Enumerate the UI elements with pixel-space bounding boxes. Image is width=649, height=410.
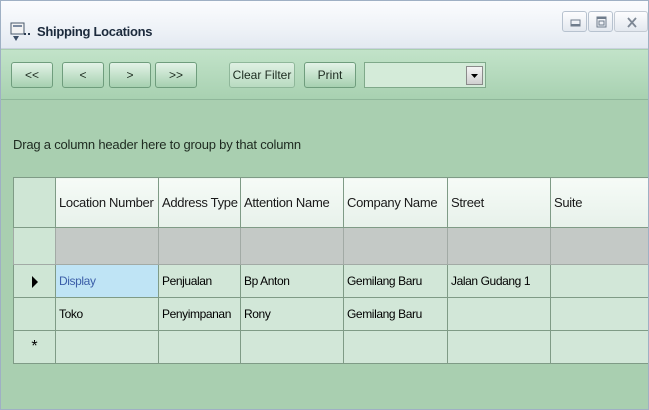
minimize-button[interactable] bbox=[562, 11, 587, 32]
filter-cell[interactable] bbox=[158, 227, 241, 265]
row-selector[interactable] bbox=[13, 297, 56, 331]
row-selector[interactable] bbox=[13, 264, 56, 298]
table-cell[interactable]: Gemilang Baru bbox=[343, 297, 448, 331]
maximize-icon bbox=[596, 16, 607, 28]
column-header-company-name[interactable]: Company Name bbox=[343, 177, 448, 228]
close-icon bbox=[627, 17, 637, 28]
window-title: Shipping Locations bbox=[37, 24, 153, 39]
table-cell[interactable] bbox=[343, 330, 448, 364]
table-cell[interactable] bbox=[447, 297, 551, 331]
shipping-locations-window: Shipping Locations << < > >> Clear Filte… bbox=[0, 0, 649, 410]
print-button[interactable]: Print bbox=[304, 62, 356, 88]
toolbar: << < > >> Clear Filter Print bbox=[1, 50, 648, 100]
column-header-suite[interactable]: Suite bbox=[550, 177, 648, 228]
first-record-button[interactable]: << bbox=[11, 62, 53, 88]
previous-record-button[interactable]: < bbox=[62, 62, 104, 88]
table-cell[interactable] bbox=[550, 264, 648, 298]
new-row-marker: * bbox=[31, 338, 38, 355]
table-row[interactable]: Toko Penyimpanan Rony Gemilang Baru bbox=[13, 297, 648, 331]
header-row: Location Number Address Type Attention N… bbox=[13, 177, 648, 228]
maximize-button[interactable] bbox=[588, 11, 613, 32]
table-cell[interactable] bbox=[550, 330, 648, 364]
last-record-button[interactable]: >> bbox=[155, 62, 197, 88]
table-cell[interactable]: Penyimpanan bbox=[158, 297, 241, 331]
new-row-selector[interactable]: * bbox=[13, 330, 56, 364]
table-cell[interactable]: Jalan Gudang 1 bbox=[447, 264, 551, 298]
table-cell[interactable]: Display bbox=[55, 264, 159, 298]
close-button[interactable] bbox=[614, 11, 648, 32]
table-cell[interactable] bbox=[240, 330, 344, 364]
column-header-street[interactable]: Street bbox=[447, 177, 551, 228]
filter-cell[interactable] bbox=[240, 227, 344, 265]
header-corner bbox=[13, 177, 56, 228]
table-cell[interactable]: Toko bbox=[55, 297, 159, 331]
new-record-row[interactable]: * bbox=[13, 330, 648, 364]
view-select[interactable] bbox=[364, 62, 486, 88]
table-cell[interactable] bbox=[158, 330, 241, 364]
minimize-icon bbox=[570, 19, 581, 27]
group-by-hint: Drag a column header here to group by th… bbox=[13, 137, 301, 152]
table-row[interactable]: Display Penjualan Bp Anton Gemilang Baru… bbox=[13, 264, 648, 298]
filter-cell[interactable] bbox=[55, 227, 159, 265]
title-bar: Shipping Locations bbox=[1, 1, 648, 49]
filter-cell[interactable] bbox=[447, 227, 551, 265]
clear-filter-button[interactable]: Clear Filter bbox=[229, 62, 295, 88]
table-cell[interactable]: Penjualan bbox=[158, 264, 241, 298]
table-cell[interactable]: Bp Anton bbox=[240, 264, 344, 298]
table-cell[interactable] bbox=[55, 330, 159, 364]
locations-grid: Location Number Address Type Attention N… bbox=[13, 177, 648, 370]
table-cell[interactable] bbox=[447, 330, 551, 364]
table-cell[interactable]: Rony bbox=[240, 297, 344, 331]
filter-row-selector bbox=[13, 227, 56, 265]
dropdown-arrow-button[interactable] bbox=[466, 66, 483, 85]
filter-cell[interactable] bbox=[343, 227, 448, 265]
column-header-location-number[interactable]: Location Number bbox=[55, 177, 159, 228]
dropdown-arrow-icon bbox=[471, 74, 478, 78]
filter-cell[interactable] bbox=[550, 227, 648, 265]
table-cell[interactable] bbox=[550, 297, 648, 331]
row-pointer-icon bbox=[31, 275, 38, 288]
next-record-button[interactable]: > bbox=[109, 62, 151, 88]
column-header-address-type[interactable]: Address Type bbox=[158, 177, 241, 228]
filter-row bbox=[13, 227, 648, 265]
table-cell[interactable]: Gemilang Baru bbox=[343, 264, 448, 298]
grid-footer-area bbox=[1, 371, 648, 409]
column-header-attention-name[interactable]: Attention Name bbox=[240, 177, 344, 228]
app-icon bbox=[10, 22, 30, 41]
